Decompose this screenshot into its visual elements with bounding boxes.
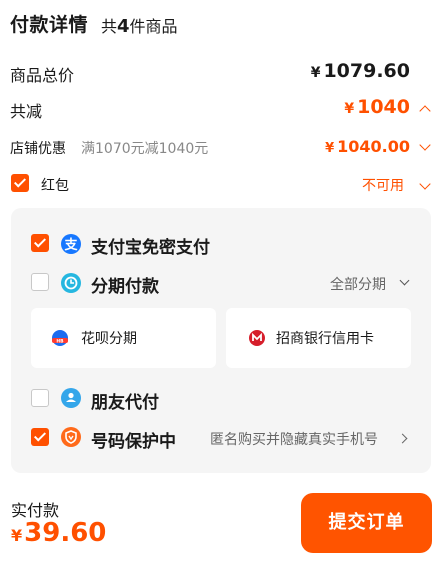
item-count: 共4件商品 xyxy=(101,16,178,37)
privacy-note[interactable]: 匿名购买并隐藏真实手机号 xyxy=(210,429,378,449)
svg-text:HB: HB xyxy=(56,338,64,344)
svg-text:支: 支 xyxy=(63,237,78,253)
cmb-label: 招商银行信用卡 xyxy=(276,331,374,347)
red-packet-label: 红包 xyxy=(41,178,69,194)
privacy-shield-icon xyxy=(61,427,81,447)
red-packet-status[interactable]: 不可用 xyxy=(362,175,404,195)
friend-pay-icon xyxy=(61,388,81,408)
red-packet-checkbox[interactable] xyxy=(11,174,29,192)
actual-payment-value: ¥39.60 xyxy=(11,518,107,548)
privacy-checkbox[interactable] xyxy=(31,428,49,446)
alipay-checkbox[interactable] xyxy=(31,234,49,252)
total-price-value: ¥1079.60 xyxy=(310,60,410,82)
store-discount-note: 满1070元减1040元 xyxy=(81,141,209,157)
cmb-bank-icon xyxy=(247,328,267,348)
discount-value[interactable]: ¥1040 xyxy=(344,96,410,118)
installment-option[interactable]: 全部分期 xyxy=(330,274,386,294)
cmb-installment-card[interactable]: 招商银行信用卡 xyxy=(226,308,411,368)
installment-checkbox[interactable] xyxy=(31,273,49,291)
total-price-label: 商品总价 xyxy=(10,66,75,85)
friend-pay-checkbox[interactable] xyxy=(31,389,49,407)
store-discount-label: 店铺优惠 xyxy=(10,141,66,157)
installment-label[interactable]: 分期付款 xyxy=(91,272,159,297)
installment-icon xyxy=(61,273,81,293)
page-title: 付款详情 xyxy=(10,14,89,36)
discount-label: 共减 xyxy=(10,102,43,121)
chevron-down-icon[interactable] xyxy=(419,178,431,190)
submit-order-button[interactable]: 提交订单 xyxy=(301,493,432,553)
alipay-icon: 支 xyxy=(61,234,81,254)
alipay-label[interactable]: 支付宝免密支付 xyxy=(91,233,210,258)
store-discount-value[interactable]: ¥1040.00 xyxy=(325,137,410,156)
huabei-icon: HB xyxy=(50,328,70,348)
chevron-down-icon[interactable] xyxy=(419,139,431,151)
huabei-label: 花呗分期 xyxy=(81,331,137,347)
privacy-label[interactable]: 号码保护中 xyxy=(91,427,176,452)
huabei-installment-card[interactable]: HB 花呗分期 xyxy=(31,308,216,368)
friend-pay-label[interactable]: 朋友代付 xyxy=(91,388,159,413)
chevron-up-icon[interactable] xyxy=(419,105,431,117)
